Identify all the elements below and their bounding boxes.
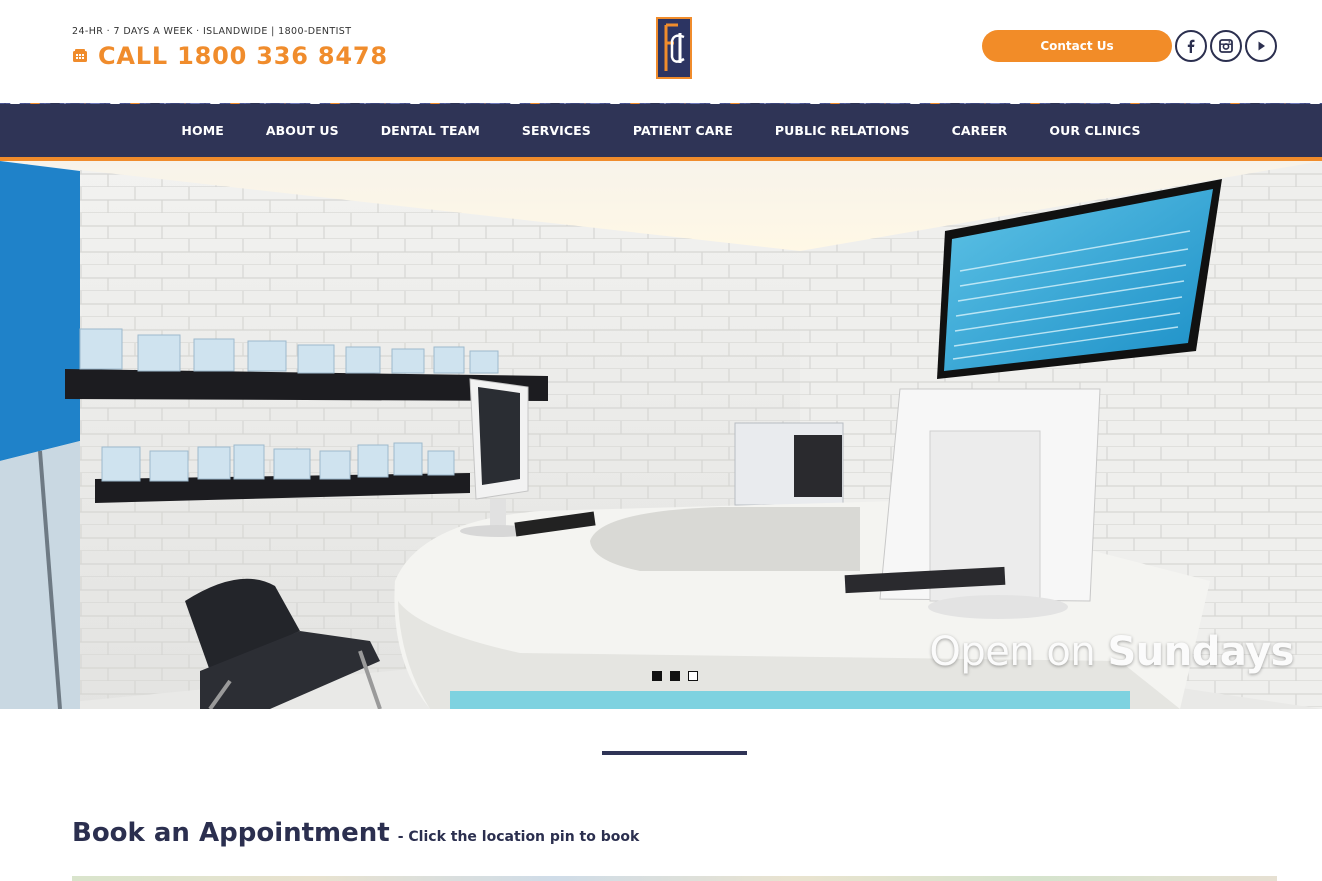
slider-dots	[652, 671, 698, 681]
instagram-link[interactable]	[1210, 30, 1242, 62]
booking-title: Book an Appointment	[72, 818, 390, 848]
youtube-link[interactable]	[1245, 30, 1277, 62]
contact-us-button[interactable]: Contact Us	[982, 30, 1172, 62]
nav-item-career[interactable]: CAREER	[931, 123, 1029, 138]
slider-dot-1[interactable]	[652, 671, 662, 681]
nav-item-public-relations[interactable]: PUBLIC RELATIONS	[754, 123, 931, 138]
nav-list: HOME ABOUT US DENTAL TEAM SERVICES PATIE…	[0, 104, 1322, 157]
play-icon	[1258, 41, 1265, 51]
section-divider	[602, 751, 747, 755]
clinic-reception-image	[0, 161, 1322, 709]
facebook-link[interactable]	[1175, 30, 1207, 62]
nav-item-dental-team[interactable]: DENTAL TEAM	[360, 123, 501, 138]
hero-caption: Open on Sundays	[929, 629, 1294, 675]
logo-mark-icon	[664, 23, 685, 71]
call-number[interactable]: CALL 1800 336 8478	[98, 42, 388, 70]
nav-item-patient-care[interactable]: PATIENT CARE	[612, 123, 754, 138]
nav-item-our-clinics[interactable]: OUR CLINICS	[1028, 123, 1161, 138]
slider-dot-3[interactable]	[688, 671, 698, 681]
hero-caption-bold: Sundays	[1107, 629, 1294, 675]
booking-heading: Book an Appointment - Click the location…	[72, 818, 639, 848]
site-logo[interactable]	[656, 17, 692, 79]
clinic-map[interactable]	[72, 876, 1277, 881]
instagram-icon	[1219, 39, 1233, 53]
decorative-pattern-strip	[0, 96, 1322, 104]
call-line[interactable]: CALL 1800 336 8478	[72, 42, 388, 70]
hero-slider[interactable]: Open on Sundays	[0, 161, 1322, 709]
booking-subtitle: - Click the location pin to book	[397, 829, 640, 845]
nav-item-about-us[interactable]: ABOUT US	[245, 123, 360, 138]
hero-caption-light: Open on	[929, 629, 1108, 675]
phone-icon	[73, 49, 87, 62]
slider-dot-2[interactable]	[670, 671, 680, 681]
site-header: 24-HR · 7 DAYS A WEEK · ISLANDWIDE | 180…	[0, 0, 1322, 96]
nav-item-services[interactable]: SERVICES	[501, 123, 612, 138]
header-tagline: 24-HR · 7 DAYS A WEEK · ISLANDWIDE | 180…	[72, 26, 352, 37]
main-navigation: HOME ABOUT US DENTAL TEAM SERVICES PATIE…	[0, 104, 1322, 157]
nav-item-home[interactable]: HOME	[160, 123, 244, 138]
facebook-icon	[1187, 39, 1195, 53]
